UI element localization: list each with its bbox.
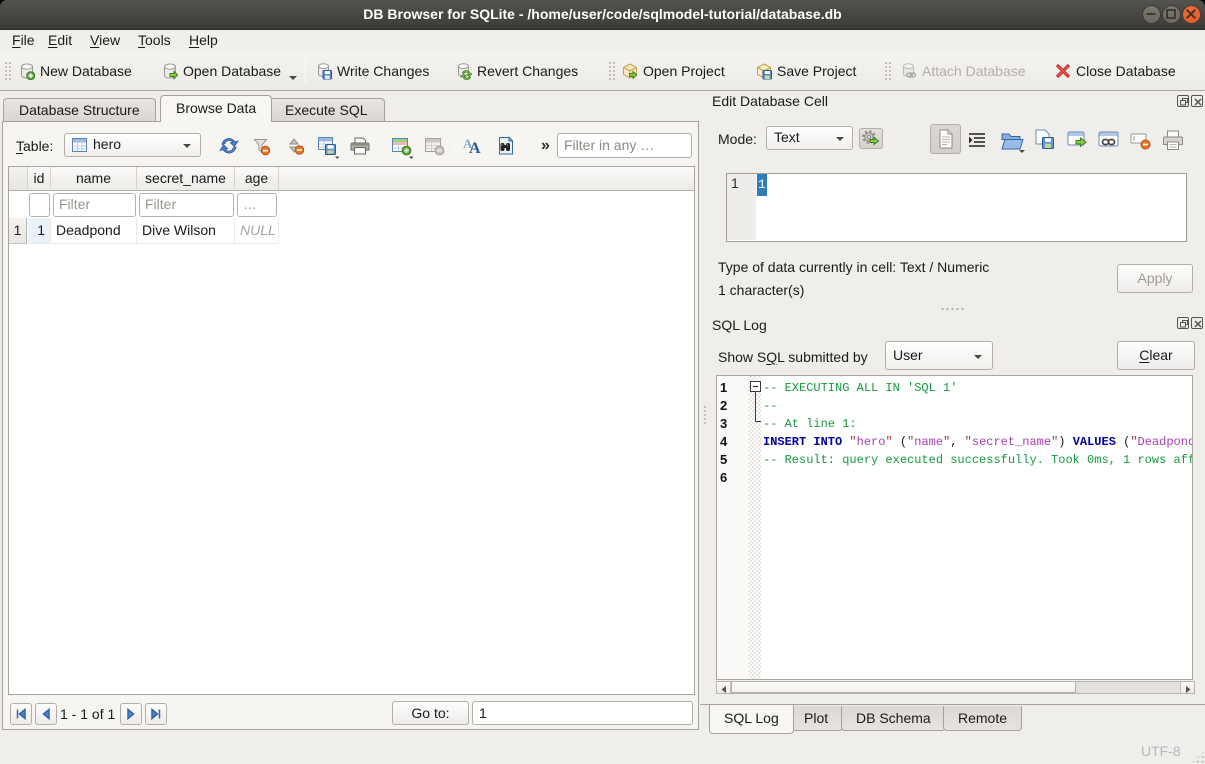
- svg-text:A: A: [469, 140, 481, 157]
